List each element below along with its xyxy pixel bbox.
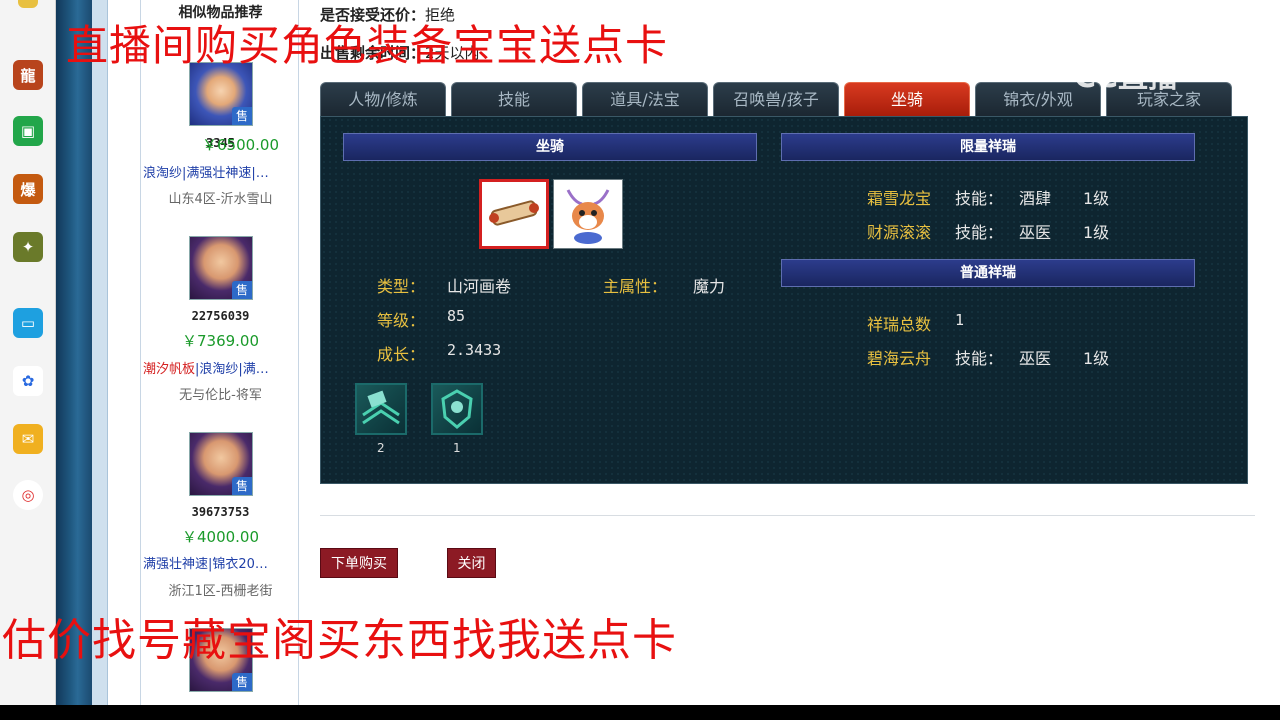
paw-icon[interactable]: ✿ [13, 366, 43, 396]
limited-item-name: 霜雪龙宝 [867, 189, 932, 208]
item-price: ￥4000.00 [181, 528, 260, 546]
game-explode-icon[interactable]: 爆 [13, 174, 43, 204]
mount-panel: 坐骑 限量祥瑞 类型： 山河画卷 主属性： 魔力 等级： 85 成长： 2.34… [320, 116, 1248, 484]
sell-badge: 售 [232, 477, 252, 495]
normal-item-name: 碧海云舟 [867, 349, 932, 368]
stream-overlay-bottom: 估价找号藏宝阁买东西找我送点卡 [2, 615, 677, 666]
tab-character[interactable]: 人物/修炼 [320, 82, 446, 116]
limited-item-skill: 巫医 [1019, 223, 1052, 242]
mount-item-scroll[interactable] [479, 179, 549, 249]
item-price: ￥7369.00 [181, 332, 260, 350]
type-value: 山河画卷 [447, 277, 512, 296]
item-server: 浙江1区-西栅老街 [168, 584, 273, 599]
normal-section-header: 普通祥瑞 [781, 259, 1195, 287]
mail-icon[interactable]: ✉ [13, 424, 43, 454]
avatar[interactable]: 售 [189, 236, 253, 300]
limited-item-skill: 酒肆 [1019, 189, 1052, 208]
divider [320, 515, 1255, 516]
tab-items[interactable]: 道具/法宝 [582, 82, 708, 116]
mount-item-deer[interactable] [553, 179, 623, 249]
equip-shield-icon [441, 389, 473, 429]
item-tags-text: 满强壮神速|锦衣20… [143, 557, 268, 572]
equip-2-count: 1 [453, 441, 461, 455]
dock-partial-icon[interactable] [18, 0, 38, 8]
item-tags-text: |浪淘纱|满… [195, 362, 269, 377]
limited-item-level: 1级 [1083, 223, 1110, 242]
normal-total-value: 1 [955, 311, 965, 329]
item-server: 无与伦比-将军 [179, 388, 262, 403]
tab-mount[interactable]: 坐骑 [844, 82, 970, 116]
similar-items-panel: 相似物品推荐 售 3345 ￥6500.00 浪淘纱|满强壮神速|… 山东4区-… [140, 0, 299, 705]
level-value: 85 [447, 307, 466, 325]
cc-watermark-small: CC直播 [1156, 16, 1226, 40]
normal-item-skill-label: 技能： [955, 349, 1004, 368]
page-side-scroll [92, 0, 108, 705]
order-button[interactable]: 下单购买 [320, 548, 398, 578]
item-tags[interactable]: 浪淘纱|满强壮神速|… [141, 162, 300, 181]
limited-item-level: 1级 [1083, 189, 1110, 208]
mount-equip-1[interactable] [355, 383, 407, 435]
limited-section-header: 限量祥瑞 [781, 133, 1195, 161]
limited-item-skill-label: 技能： [955, 223, 1004, 242]
stream-overlay-top: 直播间购买角色装备宝宝送点卡 [66, 21, 669, 70]
type-label: 类型： [377, 277, 426, 296]
letterbox-bottom [0, 705, 1280, 720]
item-id: 22756039 [191, 309, 250, 323]
swirl-icon[interactable]: ◎ [13, 480, 43, 510]
sell-badge: 售 [232, 281, 252, 299]
normal-item-skill: 巫医 [1019, 349, 1052, 368]
level-label: 等级： [377, 311, 426, 330]
cc-watermark-large: CC直播 [1074, 60, 1179, 95]
green-app-icon[interactable]: ▣ [13, 116, 43, 146]
equip-1-count: 2 [377, 441, 385, 455]
main-attr-label: 主属性： [603, 277, 668, 296]
bilibili-icon[interactable]: ▭ [13, 308, 43, 338]
game-dragon-icon[interactable]: 龍 [13, 60, 43, 90]
tab-pets[interactable]: 召唤兽/孩子 [713, 82, 839, 116]
game-leaf-icon[interactable]: ✦ [13, 232, 43, 262]
mount-equip-2[interactable] [431, 383, 483, 435]
item-tags-highlight: 潮汐帆板 [143, 362, 196, 377]
sell-badge: 售 [232, 673, 252, 691]
page-side-band [56, 0, 92, 705]
equip-armor-icon [362, 390, 400, 425]
item-id: 39673753 [191, 505, 250, 519]
app-dock: 龍 ▣ 爆 ✦ ▭ ✿ ✉ ◎ [0, 0, 56, 705]
main-attr-value: 魔力 [693, 277, 726, 296]
sell-badge: 售 [232, 107, 252, 125]
normal-total-label: 祥瑞总数 [867, 315, 932, 334]
normal-item-level: 1级 [1083, 349, 1110, 368]
growth-label: 成长： [377, 345, 426, 364]
tab-skills[interactable]: 技能 [451, 82, 577, 116]
limited-item-skill-label: 技能： [955, 189, 1004, 208]
item-tags-text: 浪淘纱|满强壮神速|… [143, 166, 269, 181]
close-button[interactable]: 关闭 [447, 548, 496, 578]
scroll-icon [489, 200, 539, 226]
item-price: ￥6500.00 [201, 136, 280, 154]
item-server: 山东4区-沂水雪山 [168, 192, 273, 207]
limited-item-name: 财源滚滚 [867, 223, 932, 242]
growth-value: 2.3433 [447, 341, 502, 359]
deer-icon [566, 189, 610, 244]
item-tags[interactable]: 潮汐帆板|浪淘纱|满… [141, 358, 300, 377]
item-tags[interactable]: 满强壮神速|锦衣20… [141, 553, 300, 572]
mount-section-header: 坐骑 [343, 133, 757, 161]
avatar[interactable]: 售 [189, 432, 253, 496]
